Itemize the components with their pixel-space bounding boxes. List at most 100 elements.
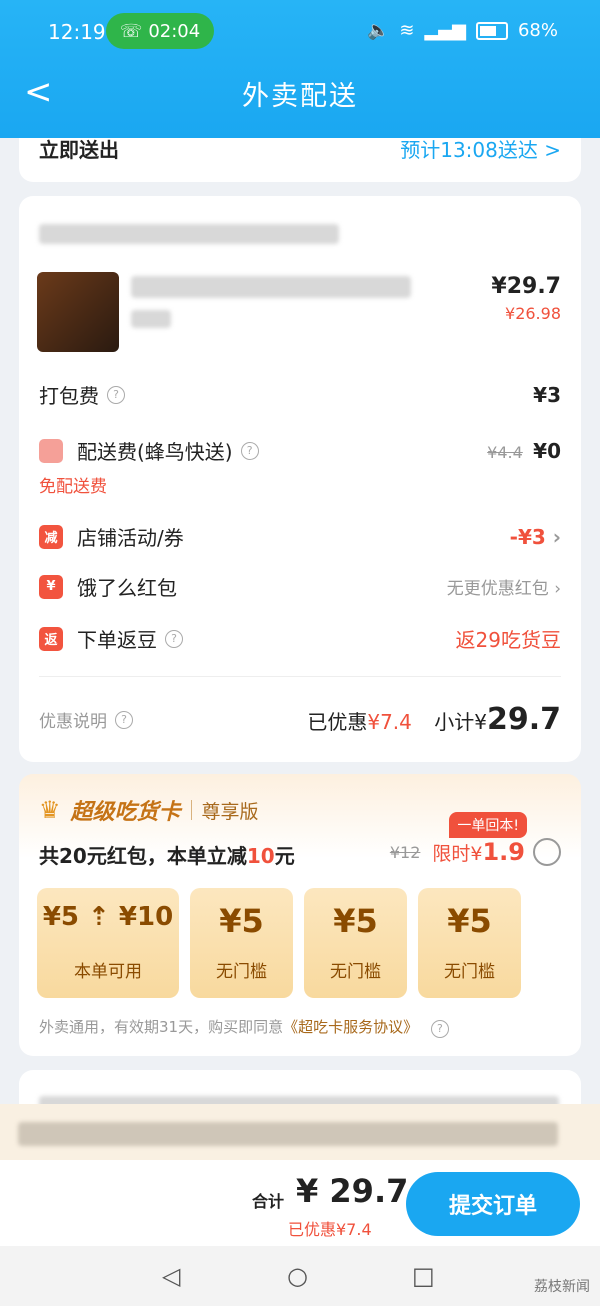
help-icon[interactable]: ? (107, 385, 125, 404)
call-duration: 02:04 (148, 20, 201, 42)
delivery-fee-row: 配送费(蜂鸟快送) ? ¥4.4 ¥0 (39, 436, 561, 465)
vip-offer-prefix: 共20元红包，本单立减 (39, 844, 247, 868)
item-thumbnail (37, 272, 119, 352)
item-spec-blurred (131, 310, 171, 328)
return-beans-value: 返29吃货豆 (455, 628, 561, 652)
coupon-card: ¥5 ⇡ ¥10 本单可用 (37, 888, 179, 998)
shop-promo-row[interactable]: 减 店铺活动/券 -¥3 › (39, 522, 561, 551)
divider (190, 800, 192, 820)
redpack-row[interactable]: ¥ 饿了么红包 无更优惠红包 › (39, 572, 561, 601)
vip-offer-amount: 10 (246, 844, 275, 868)
battery-level: 68% (517, 20, 558, 41)
status-icons: 🔈 ≋ ▂▄▆ 68% (367, 20, 558, 41)
packing-fee-row: 打包费 ? ¥3 (39, 380, 561, 409)
vip-old-price: ¥12 (389, 842, 421, 862)
coupon-card: ¥5 无门槛 (418, 888, 521, 998)
chevron-right-icon: › (552, 524, 561, 549)
redpack-label: 饿了么红包 (77, 576, 177, 600)
return-beans-label: 下单返豆 (77, 628, 157, 652)
redpack-value: 无更优惠红包 (446, 579, 549, 599)
coupon-card: ¥5 无门槛 (304, 888, 407, 998)
free-delivery-note: 免配送费 (39, 477, 107, 497)
coupon-amount: ¥5 (219, 902, 264, 940)
total-saved: 已优惠¥7.4 (288, 1220, 372, 1239)
checkout-bar: 合计 ¥ 29.7 已优惠¥7.4 提交订单 (0, 1160, 600, 1246)
vip-title: ♛ 超级吃货卡 尊享版 (39, 794, 259, 826)
delivery-eta[interactable]: 预计13:08送达 > (400, 134, 561, 163)
crown-icon: ♛ (39, 796, 61, 824)
coupon-list: ¥5 ⇡ ¥10 本单可用 ¥5 无门槛 ¥5 无门槛 ¥5 无门槛 (37, 888, 521, 998)
delivery-fee-original: ¥4.4 (487, 442, 523, 462)
subtotal-value: 29.7 (486, 702, 561, 737)
vip-footer-text: 外卖通用，有效期31天，购买即同意 (39, 1018, 284, 1036)
subtotal-label: 小计¥ (434, 710, 487, 734)
service-agreement-link[interactable]: 《超吃卡服务协议》 (283, 1018, 418, 1036)
signal-icon: ▂▄▆ (424, 20, 466, 41)
item-discount-price: ¥26.98 (505, 304, 561, 323)
help-icon[interactable]: ? (430, 1019, 449, 1038)
item-price: ¥29.7 (491, 274, 561, 299)
call-indicator[interactable]: ☏ 02:04 (106, 13, 214, 49)
vip-edition: 尊享版 (201, 800, 259, 823)
discount-info-label[interactable]: 优惠说明 (39, 707, 107, 732)
vip-offer-suffix: 元 (274, 844, 295, 868)
nav-recents-icon[interactable]: □ (412, 1262, 435, 1290)
coupon-card: ¥5 无门槛 (190, 888, 293, 998)
saved-label: 已优惠 (307, 710, 368, 734)
shop-name-blurred (39, 224, 339, 244)
saved-value: ¥7.4 (367, 710, 412, 734)
total-label: 合计 (252, 1192, 285, 1211)
system-navigation: ◁ ○ □ (0, 1246, 600, 1306)
coupon-condition: 本单可用 (74, 962, 142, 982)
packing-fee-label: 打包费 (39, 384, 99, 408)
vip-limited-price: 1.9 (482, 838, 525, 866)
submit-order-button[interactable]: 提交订单 (406, 1172, 580, 1236)
watermark: 荔枝新闻 (534, 1279, 590, 1295)
coupon-condition: 无门槛 (216, 962, 267, 982)
wifi-icon: ≋ (399, 20, 415, 41)
coupon-condition: 无门槛 (330, 962, 381, 982)
packing-fee-value: ¥3 (533, 382, 561, 407)
coupon-amount: ¥5 (447, 902, 492, 940)
banner-text-blurred (18, 1122, 558, 1146)
help-icon[interactable]: ? (115, 710, 133, 729)
status-bar: 12:19 ☏ 02:04 🔈 ≋ ▂▄▆ 68% (0, 0, 600, 62)
battery-icon (475, 21, 508, 40)
total-amount: ¥ 29.7 (296, 1172, 409, 1210)
page-title: 外卖配送 (242, 81, 358, 112)
redpack-badge-icon: ¥ (39, 574, 63, 599)
coupon-condition: 无门槛 (444, 962, 495, 982)
subtotal-row: 优惠说明 ? 已优惠¥7.4 小计¥29.7 (39, 702, 561, 737)
promo-banner-blurred[interactable] (0, 1104, 600, 1164)
vip-price: ¥12 限时¥ 1.9 (390, 838, 561, 866)
coupon-amount: ¥5 ⇡ ¥10 (42, 902, 174, 932)
nav-home-icon[interactable]: ○ (287, 1262, 308, 1290)
return-beans-row: 返 下单返豆 ? 返29吃货豆 (39, 624, 561, 653)
delivery-fee-value: ¥0 (533, 438, 561, 463)
order-card: ¥29.7 ¥26.98 打包费 ? ¥3 配送费(蜂鸟快送) ? ¥4.4 ¥… (19, 196, 581, 762)
volume-icon: 🔈 (366, 20, 390, 41)
item-name-blurred (131, 276, 411, 298)
return-badge-icon: 返 (39, 626, 63, 651)
chevron-right-icon: › (554, 579, 561, 599)
vip-brand: 超级吃货卡 (70, 800, 181, 825)
vip-select-radio[interactable] (533, 838, 561, 866)
delivery-badge-icon (39, 438, 63, 463)
vip-offer: 共20元红包，本单立减10元 (39, 840, 295, 869)
help-icon[interactable]: ? (240, 441, 259, 460)
payback-tag: 一单回本! (449, 812, 527, 838)
divider (39, 676, 561, 677)
delivery-mode: 立即送出 (39, 138, 119, 162)
status-time: 12:19 (48, 20, 106, 44)
discount-badge-icon: 减 (39, 524, 63, 549)
super-foodie-card[interactable]: ♛ 超级吃货卡 尊享版 共20元红包，本单立减10元 一单回本! ¥12 限时¥… (19, 774, 581, 1056)
shop-promo-value: -¥3 (509, 524, 546, 549)
nav-back-icon[interactable]: ◁ (162, 1262, 180, 1290)
vip-limited-label: 限时¥ (432, 842, 483, 865)
shop-promo-label: 店铺活动/券 (77, 526, 184, 550)
delivery-fee-label: 配送费(蜂鸟快送) (77, 440, 233, 464)
top-bar: 12:19 ☏ 02:04 🔈 ≋ ▂▄▆ 68% < 外卖配送 (0, 0, 600, 138)
vip-footer: 外卖通用，有效期31天，购买即同意《超吃卡服务协议》 ? (39, 1016, 449, 1038)
coupon-amount: ¥5 (333, 902, 378, 940)
help-icon[interactable]: ? (165, 629, 183, 648)
